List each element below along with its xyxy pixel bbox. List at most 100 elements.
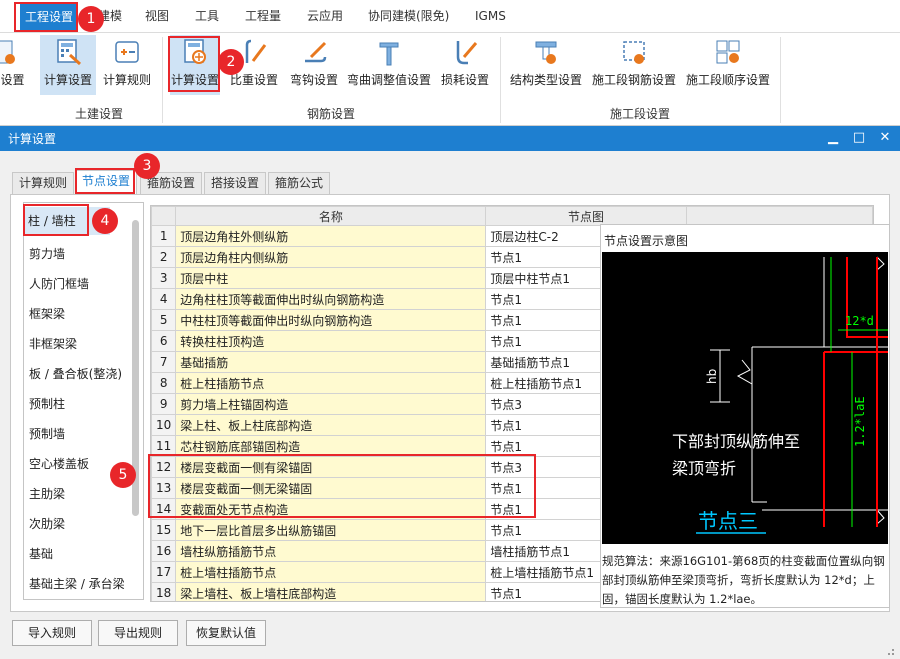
- ribbon-label: 施工段顺序设置: [685, 73, 770, 87]
- row-index: 7: [151, 351, 177, 373]
- group-label-section: 施工段设置: [609, 107, 670, 121]
- highlight-node-tab: [75, 168, 135, 194]
- header-index: [151, 206, 177, 226]
- ribbon-separator: [780, 37, 781, 123]
- row-name[interactable]: 桩上墙柱插筋节点: [175, 561, 487, 583]
- bend-adjust-settings-button[interactable]: 弯曲调整值设置: [345, 35, 433, 95]
- annotation-badge-4: 4: [92, 208, 118, 234]
- table-header: 名称 节点图: [151, 206, 873, 226]
- caption-line-2: 梁顶弯折: [672, 459, 736, 478]
- ribbon-label: 损耗设置: [440, 73, 489, 87]
- tab-lap-settings[interactable]: 搭接设置: [204, 172, 266, 194]
- calc-rules-icon: [115, 41, 139, 63]
- category-main-rib-beam[interactable]: 主肋梁: [29, 485, 65, 502]
- menu-view[interactable]: 视图: [145, 0, 169, 33]
- preview-title: 节点设置示意图: [604, 234, 689, 248]
- dialog-title: 计算设置: [8, 132, 57, 146]
- restore-defaults-button[interactable]: 恢复默认值: [186, 620, 266, 646]
- row-name[interactable]: 中柱柱顶等截面伸出时纵向钢筋构造: [175, 309, 487, 331]
- menu-quantity[interactable]: 工程量: [245, 0, 281, 33]
- highlight-calc-settings: [168, 36, 220, 92]
- settings-icon: [0, 40, 15, 64]
- highlight-category: [23, 204, 89, 236]
- category-nonframe-beam[interactable]: 非框架梁: [29, 335, 77, 352]
- row-name[interactable]: 剪力墙上柱锚固构造: [175, 393, 487, 415]
- menu-igms[interactable]: IGMS: [475, 0, 506, 33]
- loss-settings-button[interactable]: 损耗设置: [438, 35, 492, 95]
- hook-settings-button[interactable]: 弯钩设置: [287, 35, 341, 95]
- dim-label-lae: 1.2*laE: [853, 396, 867, 447]
- calc-settings-icon: [57, 39, 82, 66]
- ribbon-label: 弯钩设置: [289, 73, 338, 87]
- ribbon-label: 计算规则: [102, 73, 151, 87]
- section-order-settings-button[interactable]: 施工段顺序设置: [684, 35, 772, 95]
- category-slab[interactable]: 板 / 叠合板(整浇): [29, 365, 122, 382]
- minimize-icon[interactable]: ▁: [824, 129, 842, 147]
- ribbon-label: 计算设置: [43, 73, 92, 87]
- group-label-rebar: 钢筋设置: [306, 107, 355, 121]
- section-rebar-settings-button[interactable]: 施工段钢筋设置: [590, 35, 678, 95]
- section-rebar-icon: [623, 41, 645, 64]
- close-icon[interactable]: ✕: [876, 129, 894, 147]
- civil-calc-settings-button[interactable]: 计算设置: [40, 35, 96, 95]
- import-rules-button[interactable]: 导入规则: [12, 620, 92, 646]
- maximize-icon[interactable]: □: [850, 129, 868, 147]
- category-shear-wall[interactable]: 剪力墙: [29, 245, 65, 262]
- row-name[interactable]: 梁上墙柱、板上墙柱底部构造: [175, 582, 487, 601]
- ribbon: 设置 计算设置 计算规则 计算设置 比重设置 弯钩设置 弯曲调整值设置 损耗设置…: [0, 33, 900, 126]
- tab-stirrup-formula[interactable]: 箍筋公式: [268, 172, 330, 194]
- export-rules-button[interactable]: 导出规则: [98, 620, 178, 646]
- ribbon-partial-settings-button[interactable]: 设置: [0, 35, 25, 95]
- row-name[interactable]: 顶层边角柱外侧纵筋: [175, 225, 487, 247]
- category-frame-beam[interactable]: 框架梁: [29, 305, 65, 322]
- row-index: 4: [151, 288, 177, 310]
- category-civil-defense-door-wall[interactable]: 人防门框墙: [29, 275, 89, 292]
- row-name[interactable]: 墙柱纵筋插筋节点: [175, 540, 487, 562]
- row-name[interactable]: 顶层中柱: [175, 267, 487, 289]
- row-name[interactable]: 桩上柱插筋节点: [175, 372, 487, 394]
- row-name[interactable]: 转换柱柱顶构造: [175, 330, 487, 352]
- annotation-badge-1: 1: [78, 6, 104, 32]
- category-list: 柱 / 墙柱 剪力墙 人防门框墙 框架梁 非框架梁 板 / 叠合板(整浇) 预制…: [23, 202, 144, 600]
- row-name[interactable]: 边角柱柱顶等截面伸出时纵向钢筋构造: [175, 288, 487, 310]
- tab-calc-rules[interactable]: 计算规则: [12, 172, 74, 194]
- menu-bar: 工程设置 建模 视图 工具 工程量 云应用 协同建模(限免) IGMS: [0, 0, 900, 33]
- preview-description: 规范算法：来源16G101-第68页的柱变截面位置纵向钢 部封顶纵筋伸至梁顶弯折…: [602, 554, 885, 606]
- menu-cloud[interactable]: 云应用: [307, 0, 343, 33]
- dim-label-hb: hb: [705, 369, 719, 384]
- row-index: 5: [151, 309, 177, 331]
- loss-icon: [456, 41, 478, 65]
- menu-collab[interactable]: 协同建模(限免): [368, 0, 449, 33]
- dim-label-12d: 12*d: [845, 314, 874, 328]
- row-index: 16: [151, 540, 177, 562]
- highlight-menu: [14, 2, 78, 32]
- row-name[interactable]: 顶层边角柱内侧纵筋: [175, 246, 487, 268]
- category-precast-wall[interactable]: 预制墙: [29, 425, 65, 442]
- civil-calc-rules-button[interactable]: 计算规则: [100, 35, 154, 95]
- group-label-civil: 土建设置: [74, 107, 123, 121]
- caption-line-1: 下部封顶纵筋伸至: [672, 432, 800, 451]
- header-extra: [685, 206, 873, 226]
- category-foundation[interactable]: 基础: [29, 545, 53, 562]
- row-name[interactable]: 地下一层比首层多出纵筋锚固: [175, 519, 487, 541]
- category-foundation-main-beam[interactable]: 基础主梁 / 承台梁: [29, 575, 125, 592]
- structure-type-settings-button[interactable]: 结构类型设置: [507, 35, 585, 95]
- menu-tools[interactable]: 工具: [195, 0, 219, 33]
- annotation-badge-5: 5: [110, 462, 136, 488]
- ribbon-label: 施工段钢筋设置: [591, 73, 676, 87]
- row-index: 18: [151, 582, 177, 601]
- category-hollow-floor-slab[interactable]: 空心楼盖板: [29, 455, 89, 472]
- category-secondary-rib-beam[interactable]: 次肋梁: [29, 515, 65, 532]
- ribbon-separator: [500, 37, 501, 123]
- header-node[interactable]: 节点图: [485, 206, 687, 226]
- row-index: 9: [151, 393, 177, 415]
- row-name[interactable]: 基础插筋: [175, 351, 487, 373]
- category-precast-column[interactable]: 预制柱: [29, 395, 65, 412]
- resize-grip-icon[interactable]: [882, 645, 896, 657]
- row-index: 15: [151, 519, 177, 541]
- header-name[interactable]: 名称: [175, 206, 487, 226]
- dialog-title-bar[interactable]: 计算设置 ▁ □ ✕: [0, 126, 900, 151]
- row-name[interactable]: 梁上柱、板上柱底部构造: [175, 414, 487, 436]
- structure-type-icon: [535, 41, 557, 64]
- hook-icon: [305, 41, 327, 63]
